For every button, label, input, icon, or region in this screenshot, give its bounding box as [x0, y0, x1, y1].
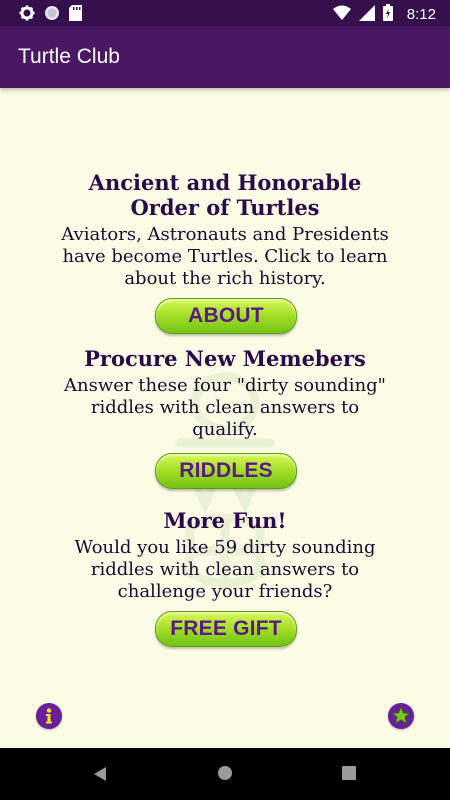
riddles-description: Answer these four "dirty sounding" riddl… [64, 375, 386, 440]
back-icon[interactable] [93, 766, 107, 782]
status-time: 8:12 [406, 6, 436, 23]
about-description: Aviators, Astronauts and Presidents have… [61, 224, 389, 289]
more-fun-heading: More Fun! [163, 508, 287, 533]
sd-card-icon [69, 5, 82, 26]
about-button[interactable]: ABOUT [155, 298, 297, 334]
info-icon[interactable] [36, 703, 62, 729]
main-content: Ancient and Honorable Order of Turtles A… [0, 88, 450, 748]
system-nav-bar [0, 748, 450, 800]
about-section: Ancient and Honorable Order of Turtles A… [0, 170, 450, 290]
riddles-heading: Procure New Memebers [84, 346, 366, 371]
app-bar: Turtle Club [0, 26, 450, 88]
more-fun-section: More Fun! Would you like 59 dirty soundi… [0, 508, 450, 603]
status-left-icons [19, 5, 82, 26]
home-icon[interactable] [217, 765, 233, 781]
status-bar: 8:12 [0, 0, 450, 26]
battery-icon [382, 4, 393, 26]
riddles-section: Procure New Memebers Answer these four "… [0, 346, 450, 441]
about-heading: Ancient and Honorable Order of Turtles [88, 170, 362, 220]
settings-icon [19, 5, 35, 26]
riddles-button[interactable]: RIDDLES [155, 453, 297, 489]
wifi-icon [332, 5, 351, 26]
more-fun-description: Would you like 59 dirty sounding riddles… [74, 537, 376, 602]
star-icon[interactable] [388, 703, 414, 729]
circle-icon [44, 5, 60, 26]
signal-icon [358, 4, 375, 26]
status-right-icons: 8:12 [332, 4, 436, 26]
recents-icon[interactable] [342, 766, 356, 780]
app-title: Turtle Club [18, 45, 120, 68]
free-gift-button[interactable]: FREE GIFT [155, 611, 297, 647]
